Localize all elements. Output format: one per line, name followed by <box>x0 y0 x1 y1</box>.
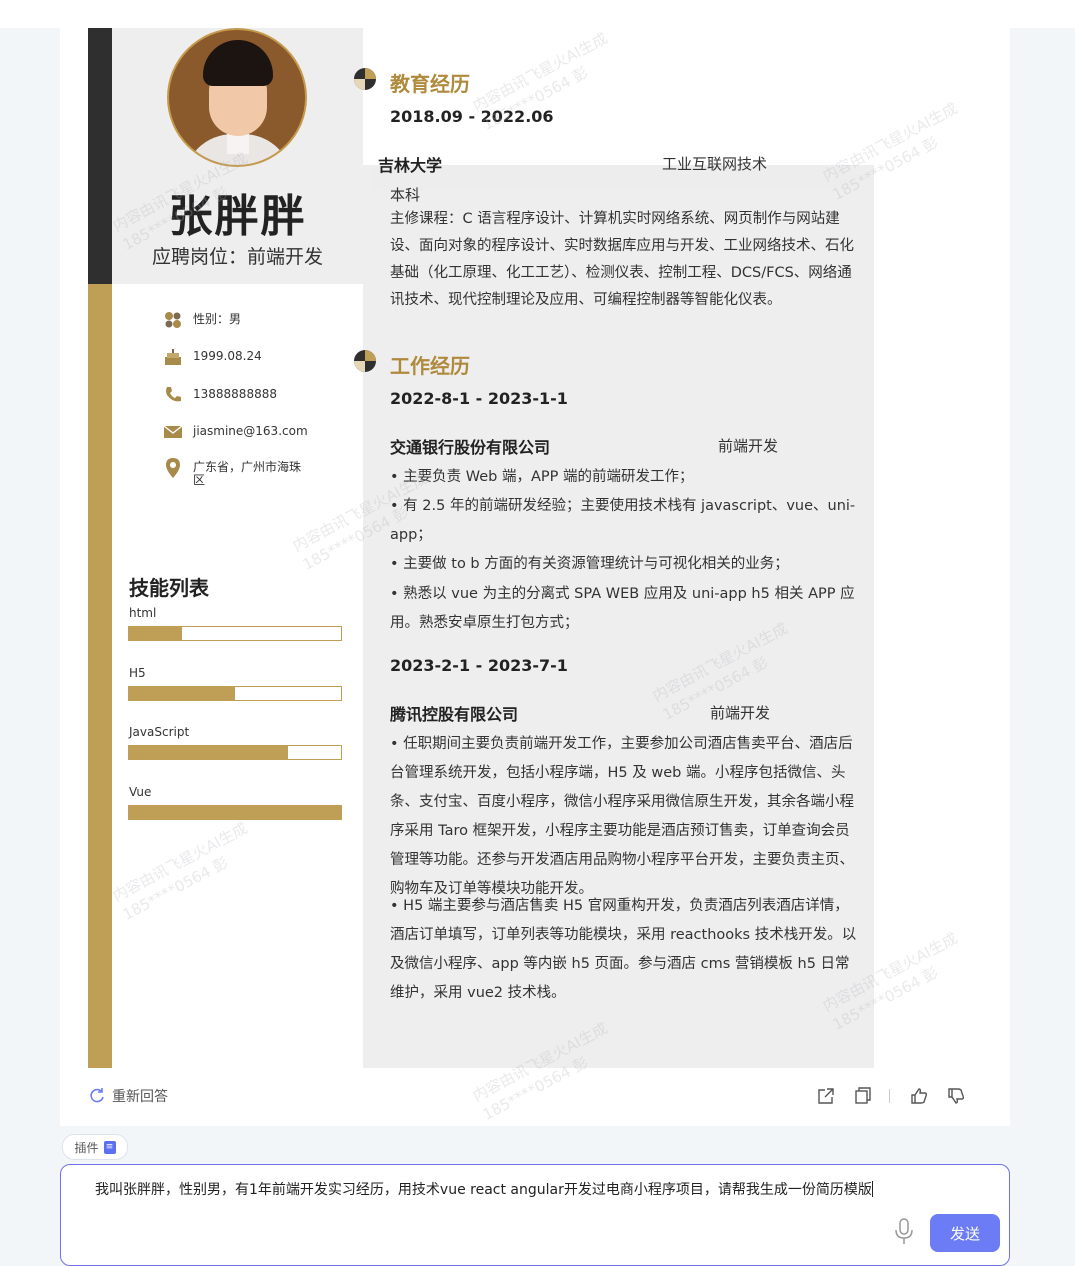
skill-label: html <box>129 606 157 620</box>
thumbs-up-button[interactable] <box>909 1086 929 1106</box>
info-text: 1999.08.24 <box>193 349 262 363</box>
school-name: 吉林大学 <box>378 156 443 175</box>
info-birthday: 1999.08.24 <box>162 347 303 367</box>
skills-title: 技能列表 <box>129 576 209 600</box>
skill-bar <box>128 686 342 701</box>
birthday-cake-icon <box>162 347 184 367</box>
skill-label: JavaScript <box>129 725 190 739</box>
skill-fill <box>129 627 182 640</box>
info-phone: 13888888888 <box>162 385 303 405</box>
thumbs-up-icon <box>911 1088 928 1104</box>
info-text: 性别：男 <box>193 312 242 326</box>
phone-icon <box>162 385 184 405</box>
refresh-icon <box>90 1088 104 1103</box>
job-bullet: • 主要做 to b 方面的有关资源管理统计与可视化相关的业务； <box>390 556 789 572</box>
microphone-icon[interactable] <box>893 1217 915 1247</box>
dark-side-bar <box>88 28 112 284</box>
education-date: 2018.09 - 2022.06 <box>390 107 554 126</box>
regenerate-button[interactable]: 重新回答 <box>88 1086 168 1106</box>
copy-button[interactable] <box>853 1086 873 1106</box>
company-name: 腾讯控股有限公司 <box>390 705 519 724</box>
thumbs-down-icon <box>948 1088 965 1104</box>
candidate-name: 张胖胖 <box>168 191 307 242</box>
education-title: 教育经历 <box>390 72 470 96</box>
share-icon <box>818 1088 834 1104</box>
location-pin-icon <box>162 458 184 478</box>
education-section-icon <box>354 68 376 90</box>
skill-bar <box>128 745 342 760</box>
job-date: 2022-8-1 - 2023-1-1 <box>390 389 568 408</box>
job-bullet: • 主要负责 Web 端，APP 端的前端研发工作； <box>390 469 694 485</box>
info-text: 13888888888 <box>193 387 277 401</box>
job-bullet: • H5 端主要参与酒店售卖 H5 官网重构开发，负责酒店列表酒店详情，酒店订单… <box>390 898 857 1001</box>
chat-input[interactable]: 我叫张胖胖，性别男，有1年前端开发实习经历，用技术vue react angul… <box>95 1179 873 1199</box>
info-text: 广东省，广州市海珠区 <box>193 460 302 487</box>
copy-icon <box>855 1087 871 1104</box>
position: 前端开发 <box>718 437 779 455</box>
gender-icon <box>162 310 184 330</box>
skill-label: Vue <box>129 785 152 799</box>
plugin-document-icon: ≡ <box>103 1140 116 1154</box>
chat-input-box[interactable]: 我叫张胖胖，性别男，有1年前端开发实习经历，用技术vue react angul… <box>60 1164 1010 1266</box>
courses: 主修课程：C 语言程序设计、计算机实时网络系统、网页制作与网站建设、面向对象的程… <box>390 211 854 308</box>
regenerate-label: 重新回答 <box>112 1089 168 1105</box>
skill-bar <box>128 626 342 641</box>
plugin-label: 插件 <box>74 1140 99 1155</box>
job-bullet: • 有 2.5 年的前端研发经验；主要使用技术栈有 javascript、vue… <box>390 498 856 543</box>
work-section-icon <box>354 350 376 372</box>
avatar <box>167 28 307 167</box>
info-location: 广东省，广州市海珠区 <box>162 458 303 487</box>
info-gender: 性别：男 <box>162 310 303 330</box>
degree: 本科 <box>390 186 421 204</box>
job-bullet: • 任职期间主要负责前端开发工作，主要参加公司酒店售卖平台、酒店后台管理系统开发… <box>390 736 854 897</box>
company-name: 交通银行股份有限公司 <box>390 438 551 457</box>
thumbs-down-button[interactable] <box>946 1086 966 1106</box>
content-panel-tab <box>372 165 858 190</box>
major: 工业互联网技术 <box>662 155 768 173</box>
resume: 张胖胖 应聘岗位：前端开发 性别：男 1999.08.24 1388888888… <box>88 28 874 1068</box>
skill-label: H5 <box>129 666 146 680</box>
job-title: 应聘岗位：前端开发 <box>151 246 323 268</box>
share-button[interactable] <box>816 1086 836 1106</box>
position: 前端开发 <box>710 704 771 722</box>
plugin-button[interactable]: 插件 ≡ <box>62 1134 128 1160</box>
skill-fill <box>129 806 341 819</box>
email-icon <box>162 422 184 442</box>
job-date: 2023-2-1 - 2023-7-1 <box>390 656 568 675</box>
action-divider <box>889 1089 890 1103</box>
top-strip <box>0 0 1075 28</box>
skill-fill <box>129 746 288 759</box>
skill-bar <box>128 805 342 820</box>
work-title: 工作经历 <box>390 354 470 378</box>
job-bullet: • 熟悉以 vue 为主的分离式 SPA WEB 应用及 uni-app h5 … <box>390 586 855 631</box>
send-button[interactable]: 发送 <box>930 1214 1000 1252</box>
info-email: jiasmine@163.com <box>162 422 308 442</box>
info-text: jiasmine@163.com <box>193 424 308 438</box>
skill-fill <box>129 687 235 700</box>
gold-side-bar <box>88 284 112 1068</box>
